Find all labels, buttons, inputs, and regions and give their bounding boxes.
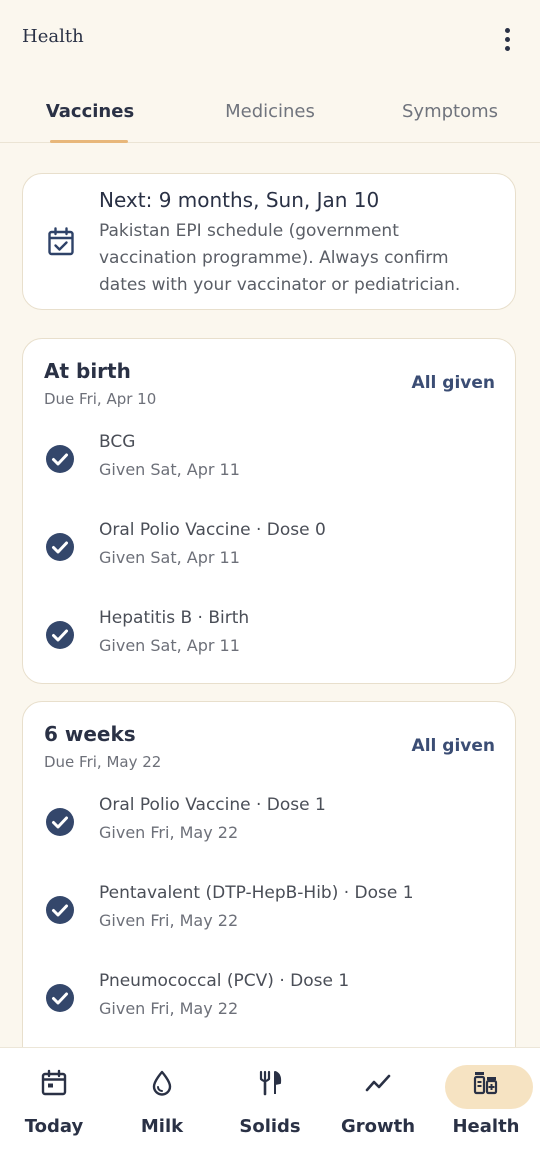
app-title: Health <box>22 26 84 47</box>
vaccine-row[interactable]: Pentavalent (DTP-HepB-Hib) · Dose 1 Give… <box>23 883 515 953</box>
tab-label: Symptoms <box>401 100 499 122</box>
trend-icon <box>365 1074 391 1092</box>
check-circle-icon <box>46 445 74 473</box>
group-due-date: Due Fri, Apr 10 <box>44 390 157 408</box>
vaccine-row[interactable]: Oral Polio Vaccine · Dose 0 Given Sat, A… <box>23 520 515 590</box>
vaccine-given-date: Given Sat, Apr 11 <box>99 548 240 567</box>
group-due-date: Due Fri, May 22 <box>44 753 162 771</box>
vaccine-row[interactable]: Pneumococcal (PCV) · Dose 1 Given Fri, M… <box>23 971 515 1041</box>
vaccine-given-date: Given Fri, May 22 <box>99 823 239 842</box>
vaccine-given-date: Given Fri, May 22 <box>99 999 239 1018</box>
tab-label: Vaccines <box>45 100 135 122</box>
utensils-icon <box>259 1070 282 1096</box>
calendar-icon <box>41 1069 67 1096</box>
tab-medicines[interactable]: Medicines <box>180 80 360 142</box>
group-title: At birth <box>44 359 131 383</box>
check-circle-icon <box>46 533 74 561</box>
vaccine-row[interactable]: Oral Polio Vaccine · Dose 1 Given Fri, M… <box>23 795 515 865</box>
calendar-check-icon <box>48 227 74 256</box>
health-tabs: Vaccines Medicines Symptoms <box>0 80 540 143</box>
check-circle-icon <box>46 808 74 836</box>
vaccine-name: BCG <box>99 432 136 452</box>
nav-label: Solids <box>239 1116 301 1137</box>
vaccine-row[interactable]: Hepatitis B · Birth Given Sat, Apr 11 <box>23 608 515 678</box>
vaccine-name: Hepatitis B · Birth <box>99 608 250 628</box>
vaccine-group-card[interactable]: At birth Due Fri, Apr 10 All given BCG G… <box>22 338 516 684</box>
next-vaccine-title: Next: 9 months, Sun, Jan 10 <box>99 188 380 212</box>
group-status: All given <box>411 736 495 756</box>
vaccine-vials-icon <box>473 1072 498 1095</box>
tab-label: Medicines <box>225 100 315 122</box>
active-tab-indicator <box>50 140 128 143</box>
group-status: All given <box>411 373 495 393</box>
vaccine-given-date: Given Fri, May 22 <box>99 911 239 930</box>
check-circle-icon <box>46 896 74 924</box>
vaccine-row[interactable]: BCG Given Sat, Apr 11 <box>23 432 515 502</box>
check-circle-icon <box>46 621 74 649</box>
more-menu-button[interactable] <box>492 22 522 56</box>
vaccine-name: Oral Polio Vaccine · Dose 0 <box>99 520 326 540</box>
nav-today[interactable]: Today <box>0 1048 108 1159</box>
nav-label: Health <box>452 1116 520 1137</box>
vaccine-given-date: Given Sat, Apr 11 <box>99 636 240 655</box>
check-circle-icon <box>46 984 74 1012</box>
drop-icon <box>152 1070 172 1096</box>
nav-solids[interactable]: Solids <box>216 1048 324 1159</box>
nav-growth[interactable]: Growth <box>324 1048 432 1159</box>
more-vertical-icon <box>504 27 510 33</box>
app-bar: Health <box>0 0 540 78</box>
nav-health[interactable]: Health <box>432 1048 540 1159</box>
vaccine-given-date: Given Sat, Apr 11 <box>99 460 240 479</box>
nav-label: Growth <box>340 1116 416 1137</box>
vaccine-name: Oral Polio Vaccine · Dose 1 <box>99 795 326 815</box>
schedule-description: Pakistan EPI schedule (government vaccin… <box>99 221 461 295</box>
tab-vaccines[interactable]: Vaccines <box>0 80 180 143</box>
group-title: 6 weeks <box>44 722 136 746</box>
tab-symptoms[interactable]: Symptoms <box>360 80 540 142</box>
bottom-navigation: Today Milk Solids Growth Health <box>0 1047 540 1159</box>
nav-label: Milk <box>140 1116 184 1137</box>
vaccine-name: Pentavalent (DTP-HepB-Hib) · Dose 1 <box>99 883 414 903</box>
vaccine-name: Pneumococcal (PCV) · Dose 1 <box>99 971 350 991</box>
nav-milk[interactable]: Milk <box>108 1048 216 1159</box>
next-vaccine-card: Next: 9 months, Sun, Jan 10 Pakistan EPI… <box>22 173 516 310</box>
nav-label: Today <box>24 1116 84 1137</box>
